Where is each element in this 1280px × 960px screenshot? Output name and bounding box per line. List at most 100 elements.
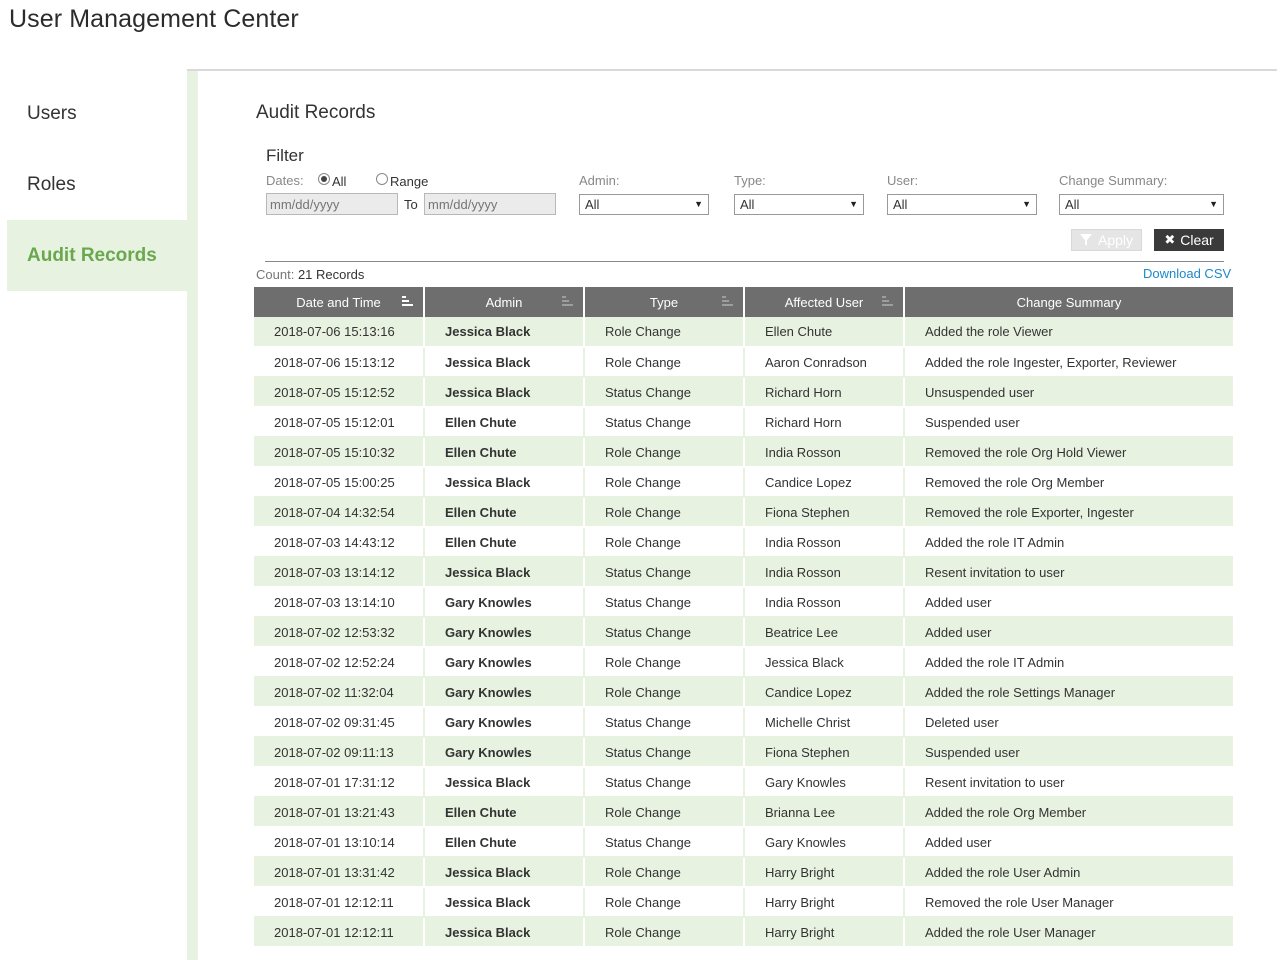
dates-range-radio[interactable] <box>376 173 388 185</box>
clear-button[interactable]: ✖ Clear <box>1154 229 1224 251</box>
dates-range-label: Range <box>390 174 429 189</box>
table-row[interactable]: 2018-07-02 09:31:45 Gary Knowles Status Ch… <box>254 707 1233 738</box>
table-row[interactable]: 2018-07-01 13:10:14 Ellen Chute Status Cha… <box>254 827 1233 858</box>
change-summary-filter-label: Change Summary: <box>1059 173 1168 188</box>
admin-filter-label: Admin: <box>579 173 620 188</box>
table-row[interactable]: 2018-07-02 12:52:24 Gary Knowles Role Chan… <box>254 647 1233 678</box>
date-time-cell: 2018-07-05 15:10:32 <box>254 437 425 468</box>
admin-cell: Gary Knowles <box>424 707 585 738</box>
table-row[interactable]: 2018-07-02 12:53:32 Gary Knowles Status Ch… <box>254 617 1233 648</box>
change-summary-cell: Added the role IT Admin <box>904 647 1233 678</box>
column-header-date-and-time[interactable]: Date and Time <box>254 287 425 317</box>
table-row[interactable]: 2018-07-05 15:10:32 Ellen Chute Role Chang… <box>254 437 1233 468</box>
sidebar-item-label: Roles <box>27 173 76 195</box>
type-cell: Status Change <box>584 557 745 588</box>
dates-all-radio[interactable] <box>318 173 330 185</box>
type-select-value: All <box>740 197 755 212</box>
sidebar-item-roles[interactable]: Roles <box>7 149 187 220</box>
column-header-affected-user[interactable]: Affected User <box>744 287 905 317</box>
date-time-cell: 2018-07-02 11:32:04 <box>254 677 425 708</box>
type-cell: Status Change <box>584 707 745 738</box>
table-row[interactable]: 2018-07-03 13:14:12 Jessica Black Status C… <box>254 557 1233 588</box>
table-row[interactable]: 2018-07-05 15:12:01 Ellen Chute Status Cha… <box>254 407 1233 438</box>
affected-user-cell: Jessica Black <box>744 647 905 678</box>
change-summary-cell: Added the role Viewer <box>904 317 1233 348</box>
table-row[interactable]: 2018-07-03 14:43:12 Ellen Chute Role Chang… <box>254 527 1233 558</box>
table-row[interactable]: 2018-07-01 13:31:42 Jessica Black Role Cha… <box>254 857 1233 888</box>
date-to-input[interactable] <box>424 193 556 215</box>
change-summary-cell: Suspended user <box>904 407 1233 438</box>
affected-user-cell: Harry Bright <box>744 917 905 948</box>
affected-user-cell: India Rosson <box>744 557 905 588</box>
date-time-cell: 2018-07-03 13:14:12 <box>254 557 425 588</box>
sort-icon[interactable] <box>722 296 733 307</box>
affected-user-cell: India Rosson <box>744 437 905 468</box>
table-row[interactable]: 2018-07-02 11:32:04 Gary Knowles Role Chan… <box>254 677 1233 708</box>
type-cell: Role Change <box>584 917 745 948</box>
table-row[interactable]: 2018-07-04 14:32:54 Ellen Chute Role Chang… <box>254 497 1233 528</box>
table-row[interactable]: 2018-07-06 15:13:12 Jessica Black Role Cha… <box>254 347 1233 378</box>
change-summary-select-value: All <box>1065 197 1080 212</box>
date-from-input[interactable] <box>266 193 398 215</box>
admin-cell: Gary Knowles <box>424 617 585 648</box>
type-cell: Role Change <box>584 887 745 918</box>
table-row[interactable]: 2018-07-03 13:14:10 Gary Knowles Status Ch… <box>254 587 1233 618</box>
date-time-cell: 2018-07-02 12:52:24 <box>254 647 425 678</box>
table-row[interactable]: 2018-07-01 12:12:11 Jessica Black Role Cha… <box>254 917 1233 948</box>
table-row[interactable]: 2018-07-01 13:21:43 Ellen Chute Role Chang… <box>254 797 1233 828</box>
admin-cell: Ellen Chute <box>424 437 585 468</box>
table-row[interactable]: 2018-07-06 15:13:16 Jessica Black Role Cha… <box>254 317 1233 348</box>
table-row[interactable]: 2018-07-02 09:11:13 Gary Knowles Status Ch… <box>254 737 1233 768</box>
admin-cell: Jessica Black <box>424 917 585 948</box>
admin-select[interactable]: All ▼ <box>579 194 709 215</box>
filter-title: Filter <box>266 146 304 165</box>
affected-user-cell: Gary Knowles <box>744 767 905 798</box>
table-body: 2018-07-06 15:13:16 Jessica Black Role Cha… <box>254 317 1233 948</box>
dates-all-label: All <box>332 174 347 189</box>
change-summary-select[interactable]: All ▼ <box>1059 194 1224 215</box>
filter-divider <box>265 261 1224 262</box>
sort-icon[interactable] <box>402 296 413 307</box>
column-header-admin[interactable]: Admin <box>424 287 585 317</box>
affected-user-cell: Ellen Chute <box>744 317 905 348</box>
date-time-cell: 2018-07-03 13:14:10 <box>254 587 425 618</box>
change-summary-cell: Removed the role User Manager <box>904 887 1233 918</box>
affected-user-cell: Beatrice Lee <box>744 617 905 648</box>
change-summary-cell: Removed the role Org Hold Viewer <box>904 437 1233 468</box>
type-cell: Role Change <box>584 647 745 678</box>
change-summary-cell: Added user <box>904 587 1233 618</box>
apply-button[interactable]: Apply <box>1071 229 1142 251</box>
change-summary-cell: Removed the role Exporter, Ingester <box>904 497 1233 528</box>
date-time-cell: 2018-07-04 14:32:54 <box>254 497 425 528</box>
sort-icon[interactable] <box>882 296 893 307</box>
table-row[interactable]: 2018-07-05 15:00:25 Jessica Black Role Cha… <box>254 467 1233 498</box>
sidebar-active-strip <box>187 71 198 960</box>
date-time-cell: 2018-07-02 12:53:32 <box>254 617 425 648</box>
change-summary-cell: Unsuspended user <box>904 377 1233 408</box>
sort-icon[interactable] <box>562 296 573 307</box>
record-count: Count: 21 Records <box>256 267 364 282</box>
page-title: Audit Records <box>256 102 376 123</box>
type-select[interactable]: All ▼ <box>734 194 864 215</box>
column-header-label: Affected User <box>784 294 864 310</box>
affected-user-cell: Richard Horn <box>744 407 905 438</box>
table-row[interactable]: 2018-07-05 15:12:52 Jessica Black Status C… <box>254 377 1233 408</box>
user-select[interactable]: All ▼ <box>887 194 1037 215</box>
table-row[interactable]: 2018-07-01 17:31:12 Jessica Black Status C… <box>254 767 1233 798</box>
download-csv-link[interactable]: Download CSV <box>1143 266 1231 281</box>
sidebar-item-users[interactable]: Users <box>7 78 187 149</box>
admin-cell: Gary Knowles <box>424 587 585 618</box>
chevron-down-icon: ▼ <box>849 199 858 209</box>
change-summary-cell: Resent invitation to user <box>904 767 1233 798</box>
user-select-value: All <box>893 197 908 212</box>
sidebar-item-audit-records[interactable]: Audit Records <box>7 220 187 291</box>
column-header-type[interactable]: Type <box>584 287 745 317</box>
chevron-down-icon: ▼ <box>1022 199 1031 209</box>
date-time-cell: 2018-07-01 12:12:11 <box>254 917 425 948</box>
date-time-cell: 2018-07-06 15:13:16 <box>254 317 425 348</box>
sidebar-item-label: Audit Records <box>27 244 157 266</box>
dates-label: Dates: <box>266 173 304 188</box>
table-row[interactable]: 2018-07-01 12:12:11 Jessica Black Role Cha… <box>254 887 1233 918</box>
affected-user-cell: Harry Bright <box>744 887 905 918</box>
date-time-cell: 2018-07-06 15:13:12 <box>254 347 425 378</box>
